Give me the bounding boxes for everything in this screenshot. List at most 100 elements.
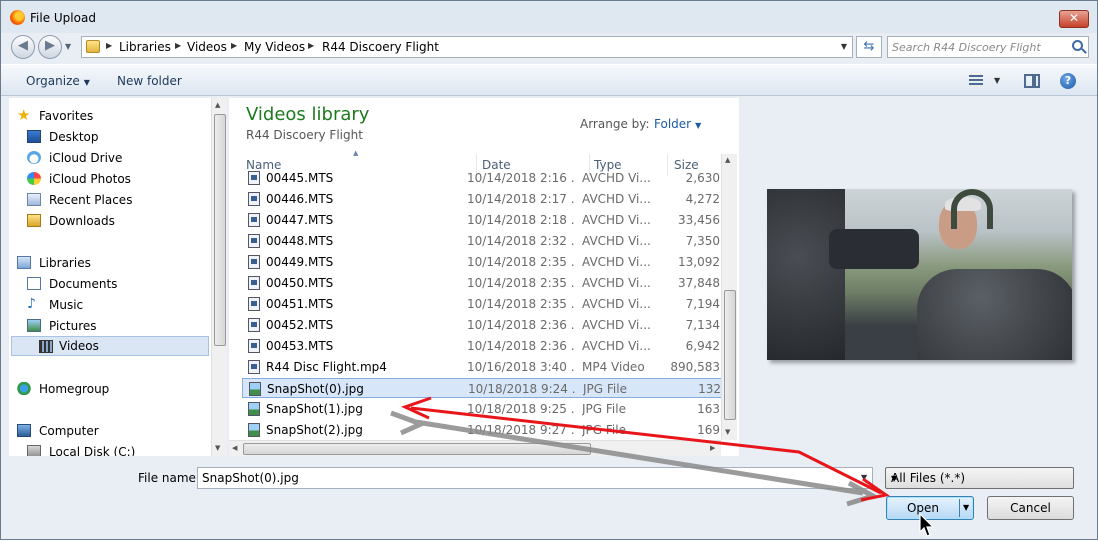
breadcrumb-separator-icon[interactable]: ▶ [106,41,112,50]
search-box[interactable] [887,36,1089,58]
scroll-up-icon[interactable]: ▲ [215,101,220,109]
documents-icon [27,277,41,290]
file-preview-image [767,189,1072,360]
breadcrumb-separator-icon[interactable]: ▶ [231,41,237,50]
video-file-icon [248,318,260,332]
back-button[interactable]: ◀ [11,35,35,59]
video-file-icon [248,192,260,206]
nav-item-homegroup[interactable]: Homegroup [9,379,209,399]
file-date-cell: 10/14/2018 2:18 ... [467,213,575,227]
nav-item-downloads[interactable]: Downloads [9,211,209,231]
title-bar: File Upload ✕ [1,1,1097,33]
file-date-cell: 10/14/2018 2:35 ... [467,297,575,311]
file-list-vertical-scrollbar[interactable]: ▲ ▼ [721,154,737,440]
file-name-cell: 00445.MTS [266,171,334,185]
refresh-button[interactable]: ⇆ [856,36,882,58]
help-icon[interactable]: ? [1060,73,1076,89]
scrollbar-thumb[interactable] [724,290,736,420]
nav-item-label: Favorites [39,109,94,123]
file-row[interactable]: 00448.MTS 10/14/2018 2:32 ... AVCHD Vi... 7… [242,231,722,251]
file-name-cell: 00451.MTS [266,297,334,311]
new-folder-button[interactable]: New folder [117,74,182,88]
nav-item-icloud-drive[interactable]: iCloud Drive [9,148,209,168]
scroll-down-icon[interactable]: ▼ [725,428,730,436]
nav-item-favorites[interactable]: ★ Favorites [9,106,209,126]
change-view-icon[interactable] [969,75,983,87]
file-type-cell: AVCHD Vi... [582,255,651,269]
file-type-cell: MP4 Video [582,360,645,374]
nav-item-local-disk[interactable]: Local Disk (C:) [9,442,209,456]
close-button[interactable]: ✕ [1059,10,1089,28]
photos-icon [27,172,41,185]
file-name-dropdown-icon[interactable]: ▼ [861,473,867,482]
image-file-icon [248,423,260,437]
file-name-cell: 00447.MTS [266,213,334,227]
scroll-left-icon[interactable]: ◀ [232,444,237,452]
scroll-up-icon[interactable]: ▲ [725,156,730,164]
file-name-input[interactable] [197,467,873,489]
nav-item-icloud-photos[interactable]: iCloud Photos [9,169,209,189]
scrollbar-thumb[interactable] [243,443,591,455]
nav-item-libraries[interactable]: Libraries [9,253,209,273]
nav-item-videos[interactable]: Videos [11,336,209,356]
scrollbar-thumb[interactable] [214,114,226,346]
breadcrumb-separator-icon[interactable]: ▶ [175,41,181,50]
file-row[interactable]: SnapShot(1).jpg 10/18/2018 9:25 ... JPG Fi… [242,399,722,419]
file-row[interactable]: 00445.MTS 10/14/2018 2:16 ... AVCHD Vi... 2… [242,168,722,188]
nav-item-computer[interactable]: Computer [9,421,209,441]
file-name-cell: 00450.MTS [266,276,334,290]
file-type-select[interactable]: All Files (*.*) ▼ [885,467,1074,489]
homegroup-icon [17,382,31,395]
file-type-cell: AVCHD Vi... [582,276,651,290]
nav-item-pictures[interactable]: Pictures [9,316,209,336]
recent-locations-chevron-icon[interactable]: ▼ [65,42,71,51]
breadcrumb-videos[interactable]: Videos [187,40,227,54]
video-file-icon [248,171,260,185]
scroll-down-icon[interactable]: ▼ [215,444,220,452]
scroll-right-icon[interactable]: ▶ [710,444,715,452]
breadcrumb-r44-discoery-flight[interactable]: R44 Discoery Flight [322,40,439,54]
cancel-button[interactable]: Cancel [987,496,1074,520]
file-row[interactable]: 00447.MTS 10/14/2018 2:18 ... AVCHD Vi... 3… [242,210,722,230]
breadcrumb-libraries[interactable]: Libraries [119,40,171,54]
star-icon: ★ [17,106,31,124]
arrange-by-dropdown[interactable]: Folder ▼ [654,117,701,131]
file-row[interactable]: 00446.MTS 10/14/2018 2:17 ... AVCHD Vi... 4… [242,189,722,209]
organize-button[interactable]: Organize ▼ [26,74,90,88]
file-row[interactable]: SnapShot(0).jpg 10/18/2018 9:24 ... JPG Fi… [242,378,722,398]
file-row[interactable]: SnapShot(2).jpg 10/18/2018 9:27 ... JPG Fi… [242,420,722,440]
nav-item-desktop[interactable]: Desktop [9,127,209,147]
file-row[interactable]: 00449.MTS 10/14/2018 2:35 ... AVCHD Vi... 1… [242,252,722,272]
preview-pane-icon[interactable] [1024,74,1040,88]
image-file-icon [249,382,261,396]
nav-item-label: Videos [59,339,99,353]
forward-button[interactable]: ▶ [38,35,62,59]
file-name-cell: R44 Disc Flight.mp4 [266,360,387,374]
address-dropdown-icon[interactable]: ▼ [841,42,847,51]
file-size-cell: 4,272 [685,192,720,206]
file-name-cell: SnapShot(0).jpg [267,382,364,396]
address-bar[interactable]: ▶ Libraries ▶ Videos ▶ My Videos ▶ R44 D… [81,36,853,58]
file-date-cell: 10/14/2018 2:17 ... [467,192,575,206]
file-row[interactable]: 00450.MTS 10/14/2018 2:35 ... AVCHD Vi... 3… [242,273,722,293]
music-icon: ♪ [27,296,36,312]
file-row[interactable]: 00453.MTS 10/14/2018 2:36 ... AVCHD Vi... 6… [242,336,722,356]
nav-item-documents[interactable]: Documents [9,274,209,294]
navigation-scrollbar[interactable]: ▲ ▼ [211,98,227,456]
file-name-cell: SnapShot(1).jpg [266,402,363,416]
file-row[interactable]: R44 Disc Flight.mp4 10/16/2018 3:40 ... MP… [242,357,722,377]
desktop-icon [27,130,41,143]
open-options-chevron-icon[interactable]: ▼ [963,503,969,512]
breadcrumb-separator-icon[interactable]: ▶ [308,41,314,50]
breadcrumb-my-videos[interactable]: My Videos [244,40,305,54]
file-row[interactable]: 00452.MTS 10/14/2018 2:36 ... AVCHD Vi... 7… [242,315,722,335]
nav-item-label: iCloud Drive [49,151,123,165]
search-input[interactable] [892,39,1062,55]
nav-item-recent-places[interactable]: Recent Places [9,190,209,210]
search-icon[interactable] [1072,40,1083,51]
file-row[interactable]: 00451.MTS 10/14/2018 2:35 ... AVCHD Vi... 7… [242,294,722,314]
view-options-chevron-icon[interactable]: ▼ [994,76,1000,85]
file-type-cell: JPG File [582,402,626,416]
file-list-horizontal-scrollbar[interactable]: ◀ ▶ [229,440,721,456]
nav-item-music[interactable]: ♪ Music [9,295,209,315]
